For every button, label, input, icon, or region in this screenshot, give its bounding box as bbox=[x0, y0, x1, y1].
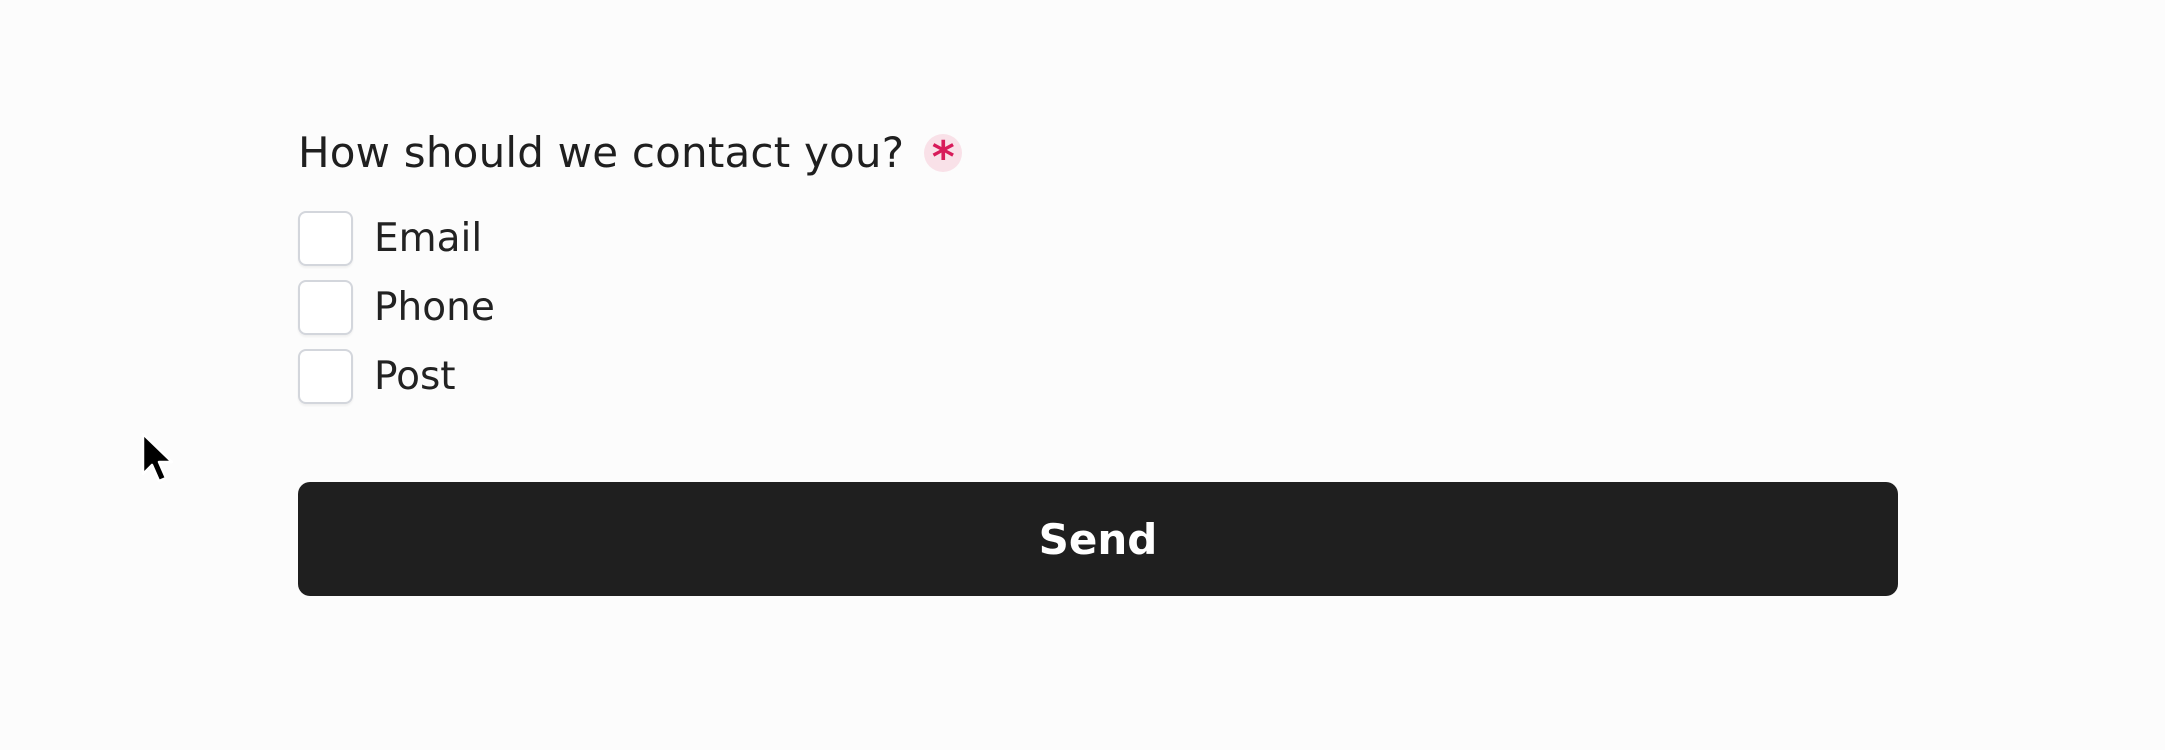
option-post[interactable]: Post bbox=[298, 342, 1898, 411]
phone-checkbox[interactable] bbox=[298, 280, 353, 335]
option-email[interactable]: Email bbox=[298, 204, 1898, 273]
page: How should we contact you? * Email Phone… bbox=[0, 0, 2165, 750]
email-checkbox[interactable] bbox=[298, 211, 353, 266]
option-label: Email bbox=[374, 216, 483, 261]
question-row: How should we contact you? * bbox=[298, 120, 1898, 186]
question-label: How should we contact you? bbox=[298, 128, 905, 177]
option-phone[interactable]: Phone bbox=[298, 273, 1898, 342]
send-button[interactable]: Send bbox=[298, 482, 1898, 596]
contact-form: How should we contact you? * Email Phone… bbox=[298, 120, 1898, 411]
contact-options: Email Phone Post bbox=[298, 204, 1898, 411]
option-label: Post bbox=[374, 354, 456, 399]
post-checkbox[interactable] bbox=[298, 349, 353, 404]
arrow-cursor-icon bbox=[141, 432, 174, 483]
option-label: Phone bbox=[374, 285, 495, 330]
required-icon: * bbox=[924, 134, 963, 180]
